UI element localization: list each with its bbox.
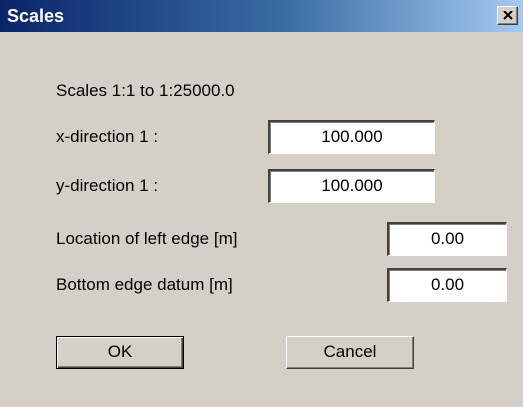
scales-dialog: Scales Scales 1:1 to 1:25000.0 x-directi… — [0, 0, 523, 407]
x-direction-label: x-direction 1 : — [56, 127, 159, 146]
scale-range-text: Scales 1:1 to 1:25000.0 — [56, 81, 235, 100]
ok-button[interactable]: OK — [56, 336, 184, 369]
bottom-edge-input[interactable]: 0.00 — [387, 268, 507, 302]
cancel-button[interactable]: Cancel — [286, 336, 414, 369]
left-edge-input[interactable]: 0.00 — [387, 222, 507, 256]
y-direction-label: y-direction 1 : — [56, 176, 159, 195]
title-bar[interactable]: Scales — [0, 0, 523, 32]
bottom-edge-label: Bottom edge datum [m] — [56, 275, 233, 294]
x-direction-input[interactable]: 100.000 — [268, 120, 435, 154]
y-direction-input[interactable]: 100.000 — [268, 169, 435, 203]
close-icon — [502, 11, 513, 20]
close-button[interactable] — [497, 6, 518, 25]
window-title: Scales — [7, 6, 65, 26]
left-edge-label: Location of left edge [m] — [56, 229, 238, 248]
